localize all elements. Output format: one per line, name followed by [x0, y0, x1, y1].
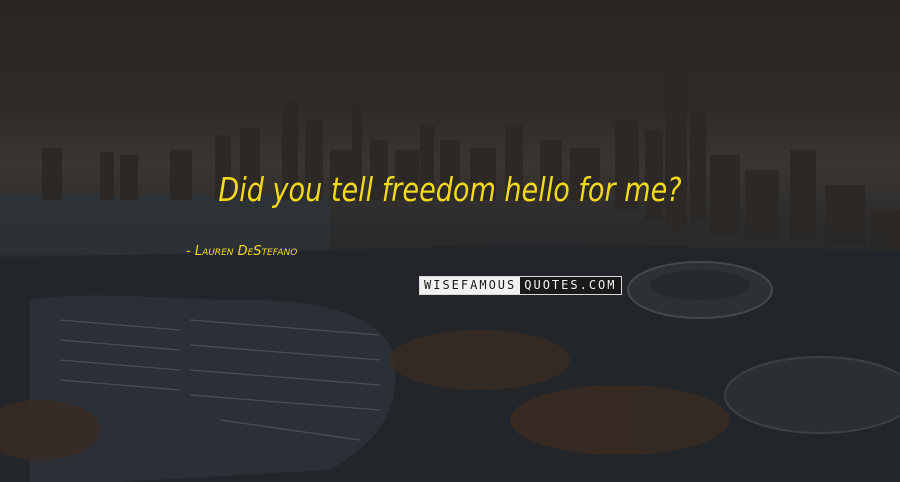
quote-text: Did you tell freedom hello for me?: [218, 170, 682, 209]
quote-author: - Lauren DeStefano: [186, 244, 298, 259]
watermark-left: WISEFAMOUS: [420, 277, 521, 294]
watermark-logo: WISEFAMOUS QUOTES.COM: [419, 276, 622, 295]
city-skyline-background: [0, 70, 900, 482]
watermark-right: QUOTES.COM: [520, 277, 621, 294]
quote-image: Did you tell freedom hello for me? - Lau…: [0, 0, 900, 482]
